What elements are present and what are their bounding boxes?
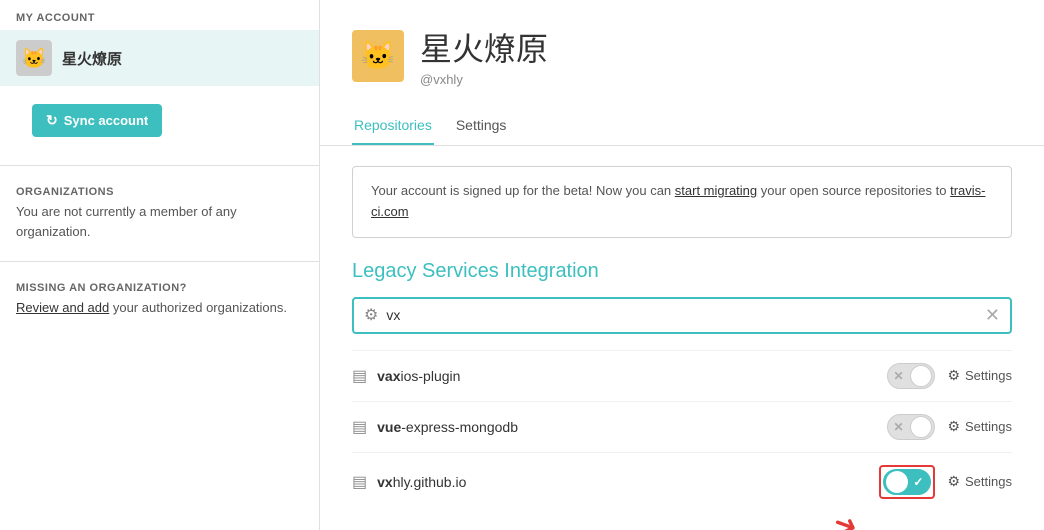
settings-label-2: Settings — [965, 419, 1012, 434]
filter-icon: ⚙ — [364, 305, 378, 325]
toggle-vxhly[interactable] — [883, 469, 931, 495]
repo-icon-1: ▤ — [352, 366, 367, 386]
toggle-vue-express[interactable] — [887, 414, 935, 440]
repo-item-vxhly: ▤ vxhly.github.io ⚙ Settings ➜ — [352, 452, 1012, 511]
sync-button-label: Sync account — [64, 113, 149, 128]
review-add-link[interactable]: Review and add — [16, 300, 109, 315]
repo-name-1: vaxios-plugin — [377, 368, 887, 384]
repo-icon-3: ▤ — [352, 472, 367, 492]
divider-2 — [0, 261, 319, 262]
toggle-knob-1 — [910, 365, 932, 387]
main-content: 🐱 星火燎原 @vxhly Repositories Settings Your… — [320, 0, 1044, 530]
sync-account-button[interactable]: ↻ Sync account — [32, 104, 162, 137]
legacy-services-title: Legacy Services Integration — [352, 260, 1012, 283]
repo-name-3: vxhly.github.io — [377, 474, 879, 490]
start-migrating-link[interactable]: start migrating — [675, 183, 757, 198]
missing-org-section: MISSING AN ORGANIZATION? Review and add … — [0, 272, 319, 328]
search-input[interactable] — [386, 307, 985, 323]
missing-org-text: Review and add your authorized organizat… — [16, 298, 303, 318]
settings-button-2[interactable]: ⚙ Settings — [947, 418, 1012, 435]
sidebar: MY ACCOUNT 🐱 星火燎原 ↻ Sync account ORGANIZ… — [0, 0, 320, 530]
my-account-label: MY ACCOUNT — [0, 0, 319, 30]
content-area: Your account is signed up for the beta! … — [320, 146, 1044, 530]
toggle-highlight — [879, 465, 935, 499]
toggle-knob-3 — [886, 471, 908, 493]
sync-icon: ↻ — [46, 112, 58, 129]
toggle-area-1: ⚙ Settings — [887, 363, 1012, 389]
clear-search-icon[interactable]: ✕ — [985, 305, 1000, 326]
user-item[interactable]: 🐱 星火燎原 — [0, 30, 319, 86]
settings-button-3[interactable]: ⚙ Settings — [947, 473, 1012, 490]
avatar: 🐱 — [16, 40, 52, 76]
missing-org-rest: your authorized organizations. — [109, 300, 287, 315]
toggle-vaxios[interactable] — [887, 363, 935, 389]
organizations-title: ORGANIZATIONS — [16, 186, 303, 198]
beta-text-middle: your open source repositories to — [757, 183, 950, 198]
settings-label-3: Settings — [965, 474, 1012, 489]
gear-icon-1: ⚙ — [947, 367, 960, 384]
organizations-text: You are not currently a member of any or… — [16, 202, 303, 241]
profile-handle: @vxhly — [420, 72, 548, 87]
arrow-annotation: ➜ — [829, 505, 862, 530]
beta-notice: Your account is signed up for the beta! … — [352, 166, 1012, 238]
profile-info: 星火燎原 @vxhly — [420, 24, 548, 87]
user-name: 星火燎原 — [62, 48, 122, 69]
gear-icon-3: ⚙ — [947, 473, 960, 490]
toggle-area-2: ⚙ Settings — [887, 414, 1012, 440]
search-box[interactable]: ⚙ ✕ — [352, 297, 1012, 334]
repo-name-2: vue-express-mongodb — [377, 419, 887, 435]
settings-button-1[interactable]: ⚙ Settings — [947, 367, 1012, 384]
settings-label-1: Settings — [965, 368, 1012, 383]
divider-1 — [0, 165, 319, 166]
toggle-area-3: ⚙ Settings — [879, 465, 1012, 499]
toggle-knob-2 — [910, 416, 932, 438]
beta-text-before: Your account is signed up for the beta! … — [371, 183, 675, 198]
tab-settings[interactable]: Settings — [454, 107, 509, 145]
repo-item-vue-express: ▤ vue-express-mongodb ⚙ Settings — [352, 401, 1012, 452]
repo-item-vaxios: ▤ vaxios-plugin ⚙ Settings — [352, 350, 1012, 401]
gear-icon-2: ⚙ — [947, 418, 960, 435]
organizations-section: ORGANIZATIONS You are not currently a me… — [0, 176, 319, 251]
tabs-bar: Repositories Settings — [320, 107, 1044, 146]
repo-icon-2: ▤ — [352, 417, 367, 437]
profile-name: 星火燎原 — [420, 24, 548, 70]
tab-repositories[interactable]: Repositories — [352, 107, 434, 145]
profile-header: 🐱 星火燎原 @vxhly — [320, 0, 1044, 103]
missing-org-title: MISSING AN ORGANIZATION? — [16, 282, 303, 294]
profile-avatar: 🐱 — [352, 30, 404, 82]
